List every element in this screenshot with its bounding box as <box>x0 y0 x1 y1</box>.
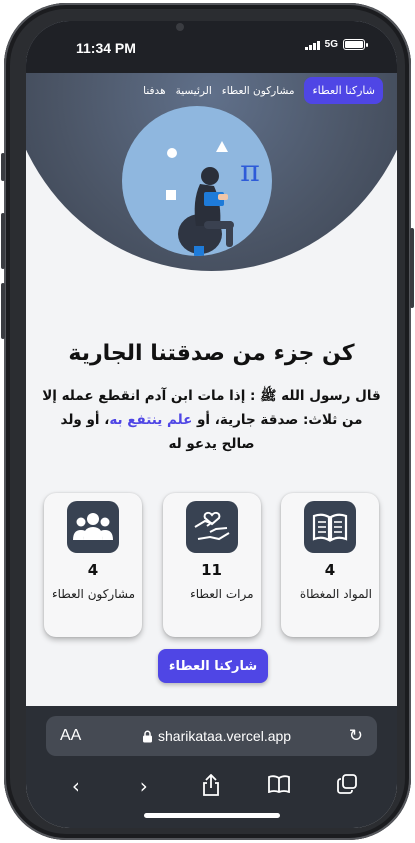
nav-share-button[interactable]: شاركنا العطاء <box>304 77 383 104</box>
nav-item-participants[interactable]: مشاركون العطاء <box>222 85 295 97</box>
nav-item-goal[interactable]: هدفنا <box>143 85 165 97</box>
home-indicator[interactable] <box>144 813 280 818</box>
forward-icon[interactable]: › <box>129 774 159 801</box>
back-icon[interactable]: ‹ <box>61 774 91 801</box>
stat-label-giving-times: مرات العطاء <box>190 587 254 601</box>
bookmarks-icon[interactable] <box>264 774 294 801</box>
volume-down-button <box>1 283 5 339</box>
hadith-text: قال رسول الله ﷺ : إذا مات ابن آدم انقطع … <box>42 384 381 456</box>
battery-icon <box>343 39 368 50</box>
hadith-highlight: علم ينتفع به <box>109 412 193 428</box>
reload-icon[interactable]: ↻ <box>349 726 363 746</box>
phone-frame: 11:34 PM 5G شاركنا العطاء مشاركون العطاء… <box>1 3 414 840</box>
stat-value-participants: 4 <box>87 561 99 579</box>
status-time: 11:34 PM <box>76 40 136 56</box>
mute-switch <box>1 153 5 181</box>
nav-item-home[interactable]: الرئيسية <box>176 85 212 97</box>
hands-heart-icon <box>185 501 238 553</box>
pi-symbol: π <box>240 154 260 189</box>
stat-card-materials: 4 المواد المغطاة <box>281 493 379 637</box>
status-bar: 11:34 PM 5G <box>26 21 397 73</box>
aa-label: AA <box>60 727 82 744</box>
browser-nav-toolbar: ‹ › <box>26 773 397 801</box>
address-bar[interactable]: AA sharikataa.vercel.app ↻ <box>46 716 377 756</box>
main-content: كن جزء من صدقتنا الجارية قال رسول الله ﷺ… <box>26 341 397 456</box>
lock-icon <box>143 730 152 742</box>
stat-card-participants: 4 مشاركون العطاء <box>44 493 142 637</box>
power-button <box>410 228 414 308</box>
users-icon <box>67 501 119 553</box>
screen: 11:34 PM 5G شاركنا العطاء مشاركون العطاء… <box>26 21 397 828</box>
url-display[interactable]: sharikataa.vercel.app <box>142 728 291 744</box>
stat-label-participants: مشاركون العطاء <box>51 587 135 601</box>
stat-card-giving-times: 11 مرات العطاء <box>162 493 261 637</box>
stat-value-materials: 4 <box>324 561 336 579</box>
book-icon <box>304 501 356 553</box>
front-camera <box>176 23 184 31</box>
hero-illustration: π <box>122 106 272 256</box>
status-indicators: 5G <box>305 39 368 50</box>
url-text: sharikataa.vercel.app <box>158 728 292 744</box>
volume-up-button <box>1 213 5 269</box>
signal-icon <box>305 40 320 50</box>
top-nav: شاركنا العطاء مشاركون العطاء الرئيسية هد… <box>143 77 383 104</box>
stat-value-giving-times: 11 <box>201 561 222 579</box>
tabs-icon[interactable] <box>332 774 362 801</box>
stat-label-materials: المواد المغطاة <box>299 587 372 601</box>
page-title: كن جزء من صدقتنا الجارية <box>68 341 355 366</box>
share-icon[interactable] <box>196 773 226 801</box>
browser-toolbar: AA sharikataa.vercel.app ↻ ‹ › <box>26 706 397 828</box>
reader-settings-button[interactable]: AA <box>60 727 81 745</box>
network-label: 5G <box>324 39 338 50</box>
stats-cards: 4 المواد المغطاة 11 مرات العطاء 4 مشاركو… <box>44 493 379 637</box>
share-giving-button[interactable]: شاركنا العطاء <box>158 649 268 683</box>
